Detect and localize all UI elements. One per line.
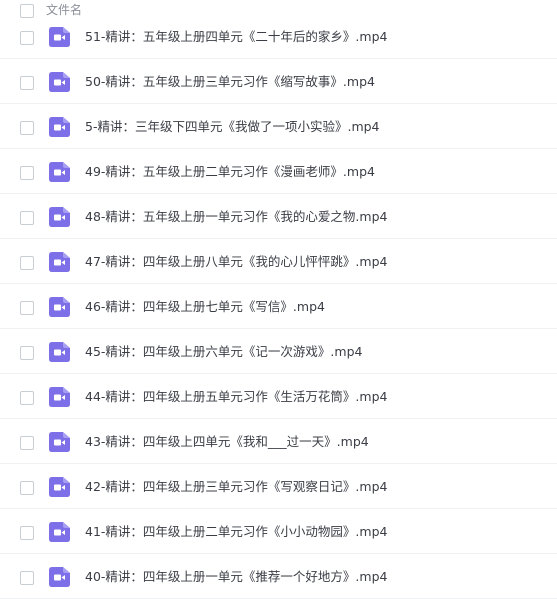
video-file-icon [49, 27, 70, 47]
file-name-link[interactable]: 5-精讲：三年级下四单元《我做了一项小实验》.mp4 [85, 118, 380, 136]
file-checkbox[interactable] [20, 526, 34, 540]
file-row[interactable]: 47-精讲：四年级上册八单元《我的心儿怦怦跳》.mp4 [0, 239, 557, 284]
file-checkbox[interactable] [20, 436, 34, 450]
file-row[interactable]: 50-精讲：五年级上册三单元习作《缩写故事》.mp4 [0, 59, 557, 104]
file-name-link[interactable]: 47-精讲：四年级上册八单元《我的心儿怦怦跳》.mp4 [85, 253, 387, 271]
video-file-icon [49, 297, 70, 317]
file-checkbox[interactable] [20, 346, 34, 360]
video-file-icon [49, 477, 70, 497]
video-file-icon [49, 567, 70, 587]
file-list-header: 文件名 [0, 0, 557, 22]
video-file-icon [49, 162, 70, 182]
file-name-link[interactable]: 45-精讲：四年级上册六单元《记一次游戏》.mp4 [85, 343, 362, 361]
file-row[interactable]: 43-精讲：四年级上四单元《我和___过一天》.mp4 [0, 419, 557, 464]
file-name-link[interactable]: 46-精讲：四年级上册七单元《写信》.mp4 [85, 298, 325, 316]
file-name-link[interactable]: 41-精讲：四年级上册二单元习作《小小动物园》.mp4 [85, 523, 387, 541]
video-file-icon [49, 252, 70, 272]
file-name-link[interactable]: 40-精讲：四年级上册一单元《推荐一个好地方》.mp4 [85, 568, 387, 586]
video-file-icon [49, 207, 70, 227]
video-file-icon [49, 522, 70, 542]
video-file-icon [49, 342, 70, 362]
file-checkbox[interactable] [20, 166, 34, 180]
video-file-icon [49, 72, 70, 92]
file-name-link[interactable]: 43-精讲：四年级上四单元《我和___过一天》.mp4 [85, 433, 369, 451]
file-checkbox[interactable] [20, 571, 34, 585]
video-file-icon [49, 387, 70, 407]
file-name-link[interactable]: 49-精讲：五年级上册二单元习作《漫画老师》.mp4 [85, 163, 375, 181]
video-file-icon [49, 432, 70, 452]
file-name-link[interactable]: 51-精讲：五年级上册四单元《二十年后的家乡》.mp4 [85, 28, 387, 46]
file-row[interactable]: 44-精讲：四年级上册五单元习作《生活万花筒》.mp4 [0, 374, 557, 419]
file-checkbox[interactable] [20, 391, 34, 405]
file-row[interactable]: 40-精讲：四年级上册一单元《推荐一个好地方》.mp4 [0, 554, 557, 599]
file-checkbox[interactable] [20, 301, 34, 315]
video-file-icon [49, 117, 70, 137]
file-row[interactable]: 45-精讲：四年级上册六单元《记一次游戏》.mp4 [0, 329, 557, 374]
select-all-checkbox[interactable] [20, 4, 34, 18]
file-checkbox[interactable] [20, 481, 34, 495]
file-checkbox[interactable] [20, 121, 34, 135]
file-name-link[interactable]: 44-精讲：四年级上册五单元习作《生活万花筒》.mp4 [85, 388, 387, 406]
file-name-link[interactable]: 48-精讲：五年级上册一单元习作《我的心爱之物.mp4 [85, 208, 387, 226]
file-checkbox[interactable] [20, 211, 34, 225]
file-row[interactable]: 42-精讲：四年级上册三单元习作《写观察日记》.mp4 [0, 464, 557, 509]
file-row[interactable]: 41-精讲：四年级上册二单元习作《小小动物园》.mp4 [0, 509, 557, 554]
file-row[interactable]: 46-精讲：四年级上册七单元《写信》.mp4 [0, 284, 557, 329]
file-checkbox[interactable] [20, 76, 34, 90]
file-checkbox[interactable] [20, 256, 34, 270]
file-name-link[interactable]: 42-精讲：四年级上册三单元习作《写观察日记》.mp4 [85, 478, 387, 496]
file-list: 51-精讲：五年级上册四单元《二十年后的家乡》.mp4 50-精讲：五年级上册三单… [0, 14, 557, 599]
file-name-link[interactable]: 50-精讲：五年级上册三单元习作《缩写故事》.mp4 [85, 73, 375, 91]
column-header-filename[interactable]: 文件名 [46, 2, 82, 18]
file-row[interactable]: 48-精讲：五年级上册一单元习作《我的心爱之物.mp4 [0, 194, 557, 239]
file-row[interactable]: 49-精讲：五年级上册二单元习作《漫画老师》.mp4 [0, 149, 557, 194]
file-checkbox[interactable] [20, 31, 34, 45]
file-row[interactable]: 5-精讲：三年级下四单元《我做了一项小实验》.mp4 [0, 104, 557, 149]
